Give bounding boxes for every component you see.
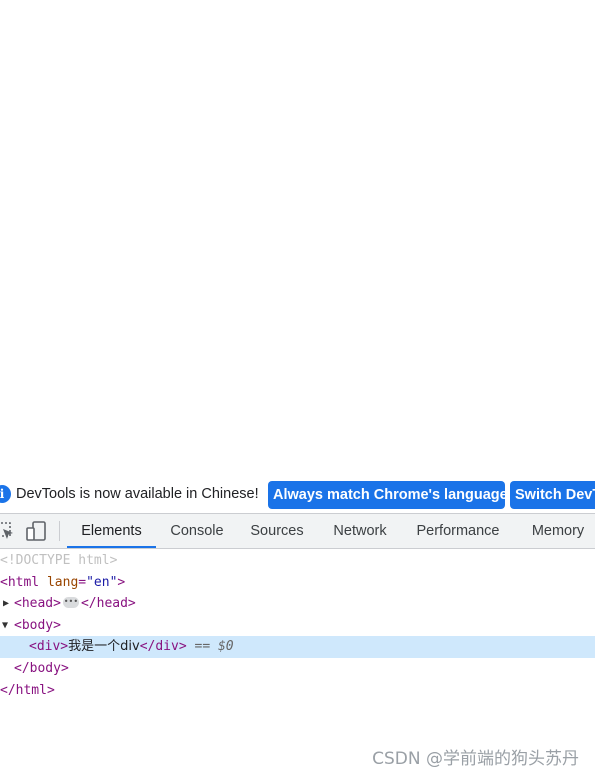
html-close-tag: </html>: [0, 682, 55, 698]
html-attr-eq: =: [78, 574, 87, 590]
doctype-text: <!DOCTYPE html>: [0, 553, 118, 568]
collapsed-ellipsis-icon[interactable]: •••: [62, 597, 79, 609]
dom-node-div-selected[interactable]: <div>我是一个div</div> == $0: [0, 636, 595, 658]
info-icon: i: [0, 485, 11, 503]
devtools-tabbar: Elements Console Sources Network Perform…: [0, 514, 595, 549]
body-open-tag: <body>: [14, 617, 61, 633]
tab-sources[interactable]: Sources: [240, 514, 314, 548]
selected-marker: ==: [186, 639, 218, 655]
html-open-close: >: [117, 574, 126, 590]
tab-elements[interactable]: Elements: [67, 514, 156, 548]
language-infobar: i DevTools is now available in Chinese! …: [0, 477, 595, 514]
tab-network[interactable]: Network: [320, 514, 400, 548]
selected-var: $0: [217, 639, 234, 655]
html-lang-value: "en": [86, 574, 118, 590]
always-match-language-button[interactable]: Always match Chrome's language: [268, 481, 505, 509]
elements-dom-tree: <!DOCTYPE html> <html lang="en"> ▶ <head…: [0, 550, 595, 701]
page-viewport: [0, 0, 595, 477]
html-lang-attr: lang: [39, 574, 79, 590]
toolbar-divider: [59, 521, 60, 541]
body-close-tag: </body>: [14, 660, 69, 676]
dom-node-body[interactable]: ▼ <body>: [0, 615, 595, 637]
dom-node-doctype[interactable]: <!DOCTYPE html>: [0, 550, 595, 572]
dom-node-html[interactable]: <html lang="en">: [0, 572, 595, 594]
expand-triangle-icon[interactable]: ▶: [3, 593, 9, 615]
dom-node-head[interactable]: ▶ <head> ••• </head>: [0, 593, 595, 615]
switch-devtools-language-button[interactable]: Switch DevTools to Chinese: [510, 481, 595, 509]
device-toolbar-icon[interactable]: [25, 520, 47, 542]
div-text-content: 我是一个div: [68, 639, 140, 655]
tab-memory[interactable]: Memory: [518, 514, 595, 548]
tab-console[interactable]: Console: [158, 514, 236, 548]
collapse-triangle-icon[interactable]: ▼: [2, 615, 8, 637]
head-close-tag: </head>: [80, 596, 136, 612]
dom-node-body-close[interactable]: </body>: [0, 658, 595, 680]
tab-performance[interactable]: Performance: [406, 514, 510, 548]
infobar-message: DevTools is now available in Chinese!: [16, 486, 259, 502]
div-close-tag: </div>: [139, 639, 187, 655]
dom-node-html-close[interactable]: </html>: [0, 680, 595, 702]
inspect-element-icon[interactable]: [0, 520, 16, 542]
div-open-tag: <div>: [29, 639, 69, 655]
head-open-tag: <head>: [14, 596, 61, 612]
watermark: CSDN @学前端的狗头苏丹: [372, 749, 579, 769]
html-open-tag: <html: [0, 574, 40, 590]
